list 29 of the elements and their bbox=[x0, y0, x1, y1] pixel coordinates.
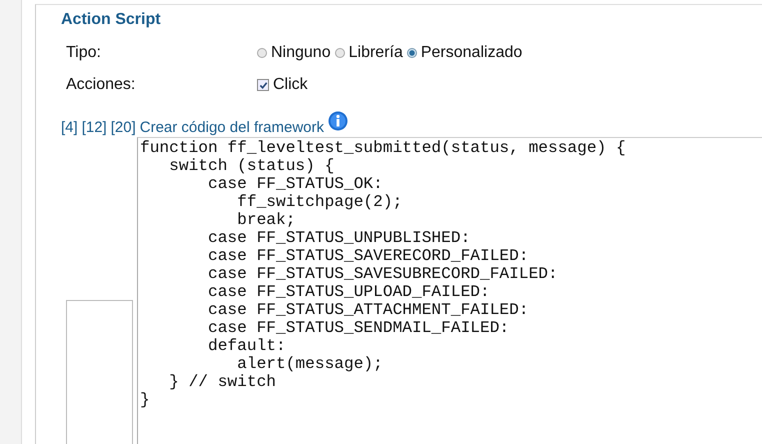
code-line: case FF_STATUS_SAVESUBRECORD_FAILED: bbox=[206, 265, 558, 283]
checkbox-option[interactable]: Click bbox=[257, 76, 308, 94]
code-line: case FF_STATUS_UNPUBLISHED: bbox=[206, 229, 470, 247]
link[interactable]: [12] bbox=[82, 119, 107, 137]
code-line: switch (status) { bbox=[168, 157, 334, 175]
code-editor[interactable] bbox=[137, 137, 762, 444]
code-line: case FF_STATUS_SAVERECORD_FAILED: bbox=[206, 247, 529, 265]
info-icon[interactable] bbox=[328, 111, 348, 131]
code-line: case FF_STATUS_SENDMAIL_FAILED: bbox=[206, 319, 510, 337]
code-line: case FF_STATUS_OK: bbox=[206, 175, 383, 193]
field-label: Tipo: bbox=[65, 44, 102, 62]
field-label: Acciones: bbox=[65, 76, 136, 94]
code-line: ff_switchpage(2); bbox=[236, 193, 402, 211]
section-title: Action Script bbox=[60, 10, 162, 30]
radio-option[interactable]: Librería bbox=[334, 44, 403, 62]
link[interactable]: [20] bbox=[110, 119, 136, 137]
radio-option[interactable]: Ninguno bbox=[257, 44, 331, 62]
code-line: } // switch bbox=[168, 373, 276, 391]
code-line: } bbox=[140, 391, 150, 409]
code-line: default: bbox=[206, 337, 286, 355]
code-line: break; bbox=[236, 211, 296, 229]
code-line: alert(message); bbox=[236, 355, 383, 373]
code-line: function ff_leveltest_submitted(status, message) { bbox=[140, 139, 626, 157]
link[interactable]: [4] bbox=[61, 119, 78, 137]
code-line: case FF_STATUS_UPLOAD_FAILED: bbox=[206, 283, 490, 301]
radio-option[interactable]: Personalizado bbox=[406, 44, 522, 62]
checkmark-icon bbox=[258, 80, 268, 90]
code-line: case FF_STATUS_ATTACHMENT_FAILED: bbox=[206, 301, 529, 319]
link[interactable]: Crear código del framework bbox=[140, 119, 324, 137]
